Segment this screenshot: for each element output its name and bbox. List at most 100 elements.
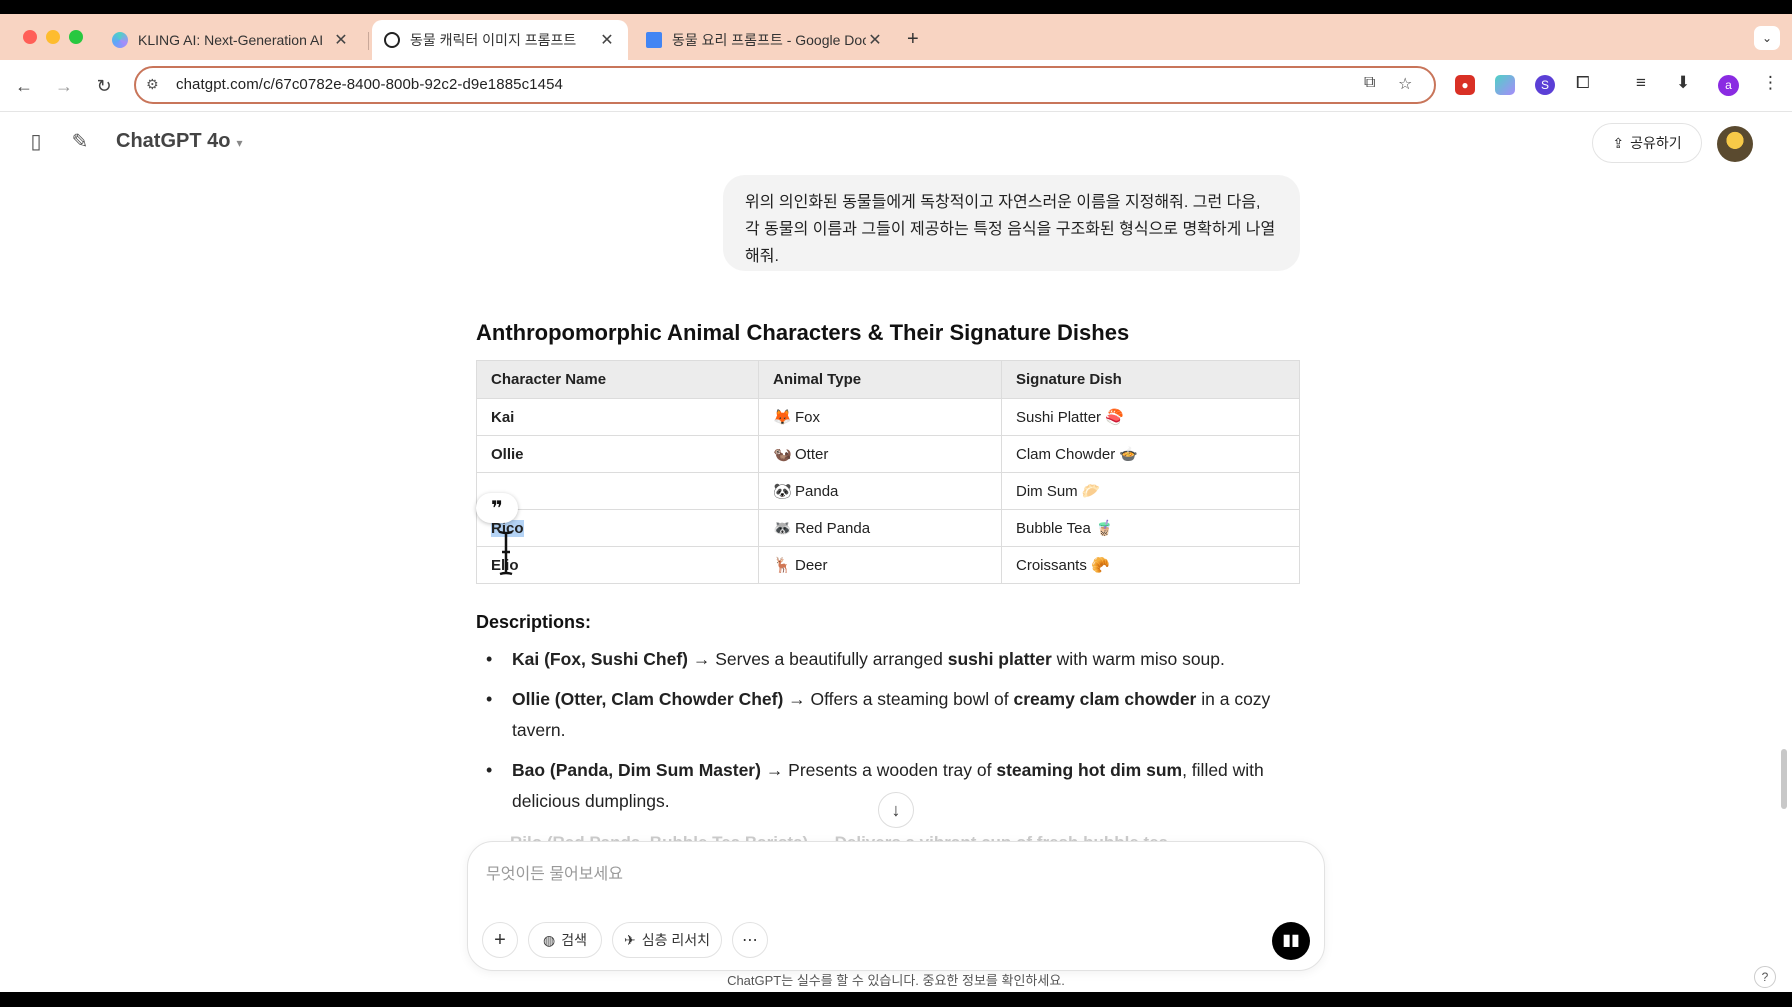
model-name: ChatGPT 4o — [116, 130, 231, 152]
table-row: Kai 🦊 Fox Sushi Platter 🍣 — [476, 398, 1300, 436]
message-composer[interactable]: 무엇이든 물어보세요 + ◍ 검색 ✈ 심층 리서치 ⋯ ▮▮ — [467, 841, 1325, 971]
maximize-window-button[interactable] — [69, 30, 83, 44]
close-tab-icon[interactable]: ✕ — [598, 30, 616, 50]
table-row: Elio 🦌 Deer Croissants 🥐 — [476, 546, 1300, 584]
disclaimer-text: ChatGPT는 실수를 할 수 있습니다. 중요한 정보를 확인하세요. — [727, 973, 1065, 988]
new-tab-icon[interactable]: + — [907, 28, 919, 51]
more-options-icon[interactable]: ⋯ — [732, 922, 768, 958]
description-lead: Kai (Fox, Sushi Chef) — [512, 649, 688, 669]
app-header: ▯ ✎ ChatGPT 4o ▾ ⇪ 공유하기 — [0, 112, 1792, 172]
profile-avatar[interactable]: a — [1718, 75, 1739, 96]
voice-mode-icon[interactable]: ▮▮ — [1272, 922, 1310, 960]
extension-s-icon[interactable]: S — [1535, 75, 1555, 95]
extension-record-icon[interactable]: ● — [1455, 75, 1475, 95]
chevron-down-icon: ▾ — [236, 136, 243, 150]
character-name-cell[interactable]: Rico — [476, 509, 759, 547]
description-lead: Ollie (Otter, Clam Chowder Chef) — [512, 689, 784, 709]
character-name: Elio — [476, 546, 759, 584]
search-button[interactable]: ◍ 검색 — [528, 922, 602, 958]
table-row: 🐼 Panda Dim Sum 🥟 — [476, 472, 1300, 510]
browser-menu-icon[interactable]: ⋮ — [1762, 73, 1779, 93]
scroll-down-arrow-icon[interactable]: ↓ — [878, 792, 914, 828]
sidebar-toggle-icon[interactable]: ▯ — [24, 130, 48, 154]
tab-google-docs[interactable]: 동물 요리 프롬프트 - Google Doc ✕ — [634, 20, 896, 60]
fox-icon: 🦊 — [773, 409, 792, 426]
response-heading: Anthropomorphic Animal Characters & Thei… — [476, 320, 1130, 345]
dish-name: Croissants — [1016, 557, 1087, 574]
google-docs-favicon-icon — [646, 32, 662, 48]
screen: KLING AI: Next-Generation AI ✕ 동물 캐릭터 이미… — [0, 14, 1792, 992]
description-lead: Bao (Panda, Dim Sum Master) — [512, 760, 761, 780]
telescope-icon: ✈ — [623, 931, 636, 948]
description-highlight: steaming hot dim sum — [996, 760, 1183, 780]
user-message-text: 위의 의인화된 동물들에게 독창적이고 자연스러운 이름을 지정해줘. 그런 다… — [745, 194, 1276, 265]
description-text: with warm miso soup. — [1051, 649, 1225, 669]
close-tab-icon[interactable]: ✕ — [332, 30, 350, 50]
share-button[interactable]: ⇪ 공유하기 — [1592, 123, 1702, 163]
site-info-icon[interactable]: ⚙ — [146, 76, 159, 93]
close-window-button[interactable] — [23, 30, 37, 44]
new-chat-icon[interactable]: ✎ — [68, 130, 92, 154]
forward-icon[interactable]: → — [50, 72, 78, 100]
tab-search-chevron-icon[interactable]: ⌄ — [1754, 26, 1780, 50]
animal-type: Red Panda — [795, 520, 871, 537]
open-in-app-icon[interactable]: ⧉ — [1364, 74, 1375, 92]
tab-title: KLING AI: Next-Generation AI — [138, 32, 324, 48]
extensions-puzzle-icon[interactable]: ⧠ — [1576, 73, 1590, 93]
animal-type-cell: 🐼 Panda — [758, 472, 1002, 510]
reading-list-icon[interactable]: ≡ — [1636, 73, 1646, 93]
list-item: Kai (Fox, Sushi Chef) → Serves a beautif… — [476, 644, 1306, 675]
quote-reply-icon[interactable]: ❞ — [476, 493, 518, 523]
dish-cell: Croissants 🥐 — [1001, 546, 1300, 584]
list-item: Ollie (Otter, Clam Chowder Chef) → Offer… — [476, 684, 1306, 746]
share-label: 공유하기 — [1630, 135, 1682, 151]
soup-bowl-icon: 🍲 — [1119, 446, 1139, 463]
dish-cell: Clam Chowder 🍲 — [1001, 435, 1300, 473]
table-header-row: Character Name Animal Type Signature Dis… — [476, 360, 1300, 399]
attach-plus-icon[interactable]: + — [482, 922, 518, 958]
dish-name: Bubble Tea — [1016, 520, 1091, 537]
animal-type: Deer — [795, 557, 828, 574]
dish-cell: Sushi Platter 🍣 — [1001, 398, 1300, 436]
user-avatar[interactable] — [1717, 126, 1753, 162]
deep-research-label: 심층 리서치 — [641, 932, 711, 948]
deer-icon: 🦌 — [773, 557, 792, 574]
help-button[interactable]: ? — [1754, 966, 1776, 988]
tab-strip: KLING AI: Next-Generation AI ✕ 동물 캐릭터 이미… — [0, 14, 1792, 60]
tab-animal-character[interactable]: 동물 캐릭터 이미지 프롬프트 ✕ — [372, 20, 628, 60]
table-row: Rico 🦝 Red Panda Bubble Tea 🧋 — [476, 509, 1300, 547]
model-selector[interactable]: ChatGPT 4o ▾ — [116, 130, 242, 153]
bookmark-star-icon[interactable]: ☆ — [1398, 74, 1412, 94]
close-tab-icon[interactable]: ✕ — [866, 30, 884, 50]
browser-toolbar: ← → ↻ ⚙ chatgpt.com/c/67c0782e-8400-800b… — [0, 60, 1792, 112]
animal-type: Fox — [795, 409, 821, 426]
url-text[interactable]: chatgpt.com/c/67c0782e-8400-800b-92c2-d9… — [176, 76, 563, 93]
red-panda-icon: 🦝 — [773, 520, 792, 537]
kling-favicon-icon — [112, 32, 128, 48]
page-scrollbar[interactable] — [1781, 749, 1787, 809]
globe-icon: ◍ — [543, 931, 556, 948]
tab-separator — [368, 32, 369, 50]
extension-color-icon[interactable] — [1495, 75, 1515, 95]
composer-input[interactable]: 무엇이든 물어보세요 — [486, 860, 623, 884]
share-upload-icon: ⇪ — [1612, 134, 1625, 151]
animal-type-cell: 🦊 Fox — [758, 398, 1002, 436]
dish-name: Dim Sum — [1016, 483, 1078, 500]
animal-type-cell: 🦝 Red Panda — [758, 509, 1002, 547]
address-bar[interactable]: ⚙ chatgpt.com/c/67c0782e-8400-800b-92c2-… — [134, 66, 1436, 104]
back-icon[interactable]: ← — [10, 72, 38, 100]
reload-icon[interactable]: ↻ — [90, 72, 118, 100]
dish-cell: Bubble Tea 🧋 — [1001, 509, 1300, 547]
character-name: Kai — [476, 398, 759, 436]
minimize-window-button[interactable] — [46, 30, 60, 44]
panda-icon: 🐼 — [773, 483, 792, 500]
animal-type: Otter — [795, 446, 829, 463]
dish-cell: Dim Sum 🥟 — [1001, 472, 1300, 510]
tab-kling[interactable]: KLING AI: Next-Generation AI ✕ — [100, 20, 362, 60]
character-table: Character Name Animal Type Signature Dis… — [476, 360, 1300, 584]
description-text: → Serves a beautifully arranged — [687, 649, 948, 669]
deep-research-button[interactable]: ✈ 심층 리서치 — [612, 922, 722, 958]
download-icon[interactable]: ⬇ — [1676, 73, 1690, 93]
search-label: 검색 — [561, 932, 587, 948]
animal-type-cell: 🦦 Otter — [758, 435, 1002, 473]
